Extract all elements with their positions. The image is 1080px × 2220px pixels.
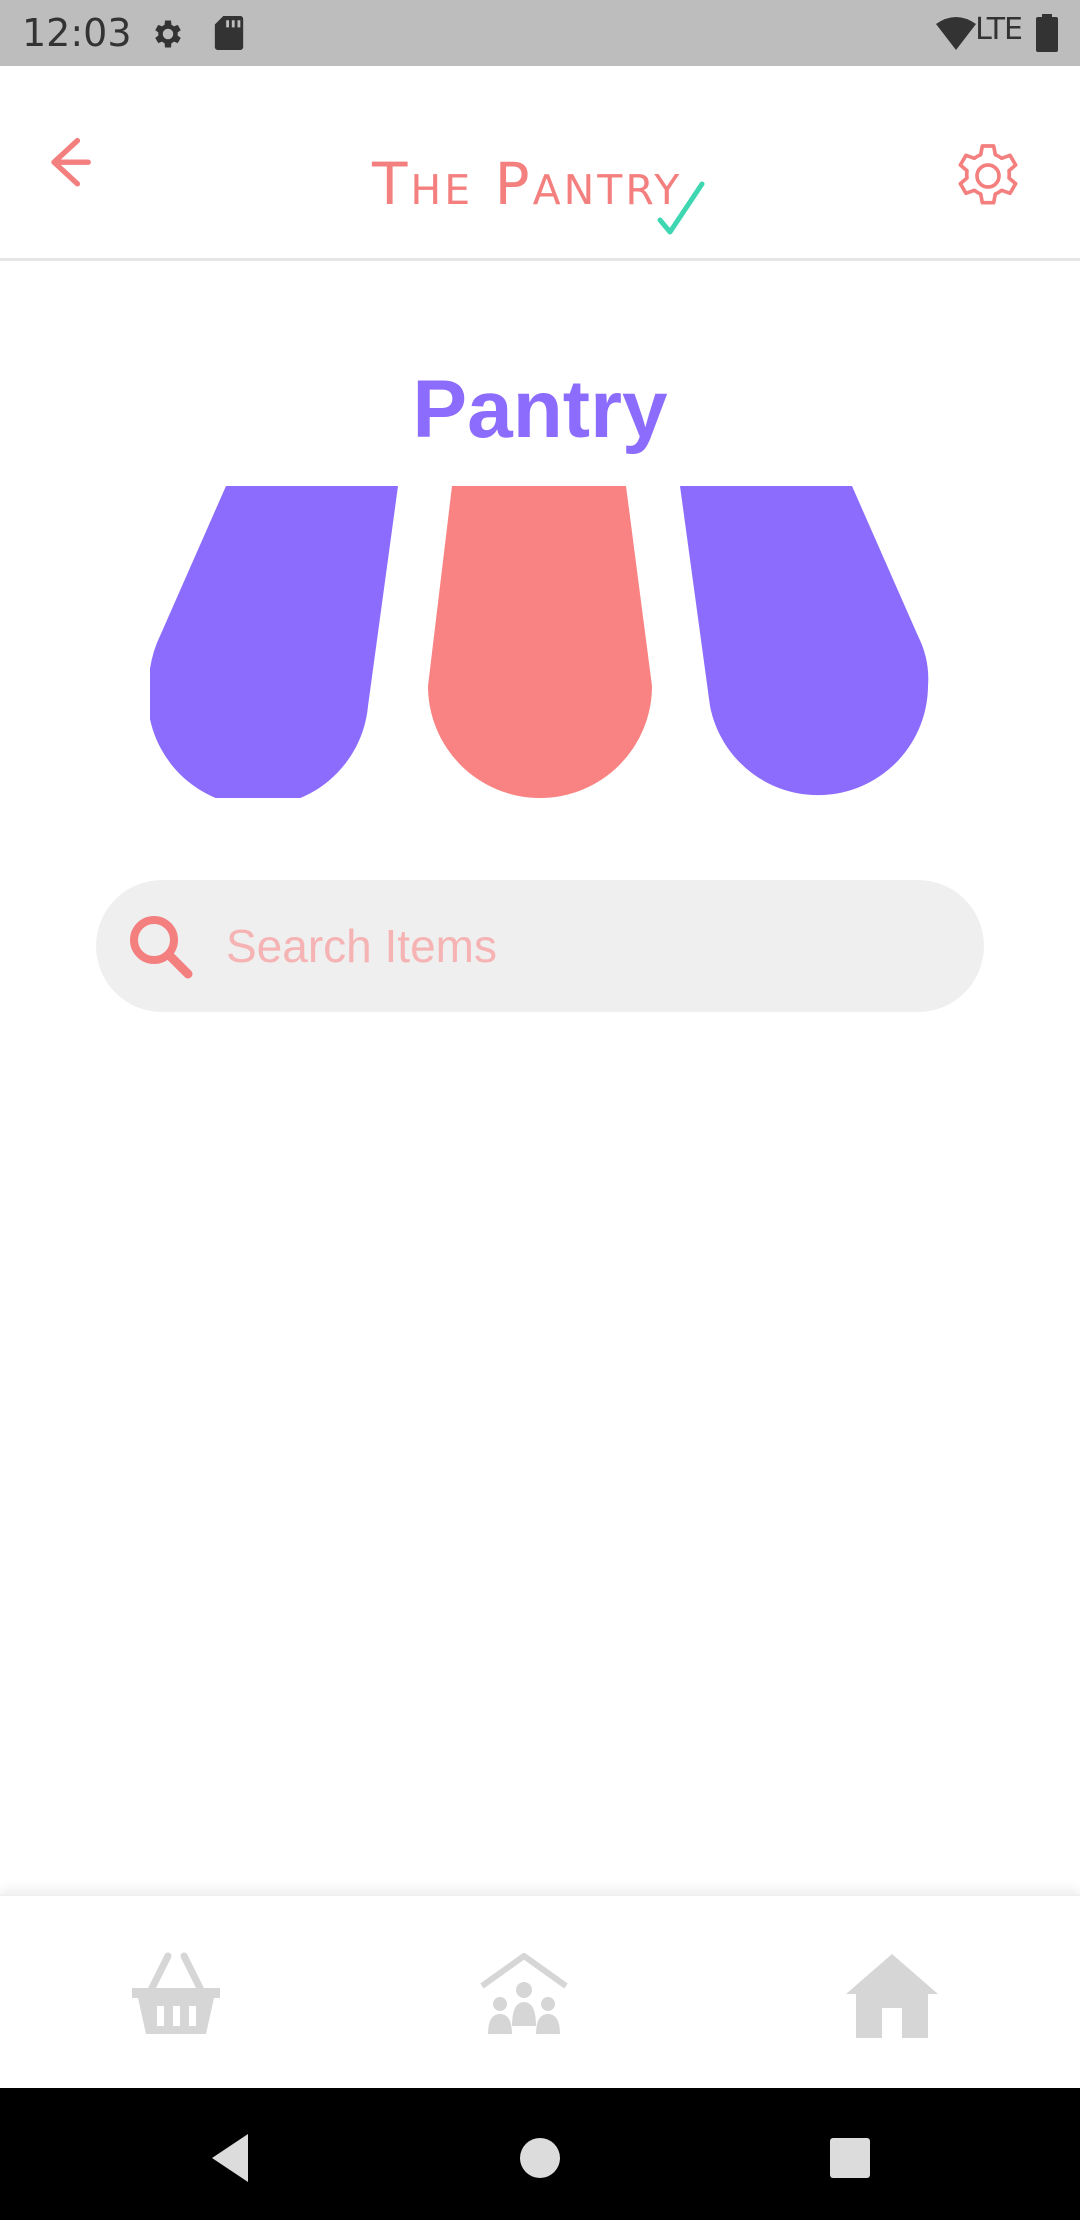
brand-name: The Pantry <box>372 150 683 218</box>
settings-gear-icon <box>150 16 186 57</box>
back-button[interactable] <box>40 132 116 208</box>
system-nav-bar <box>0 2088 1080 2220</box>
brand-logo: The Pantry <box>372 144 712 235</box>
wifi-icon <box>936 16 976 55</box>
home-icon <box>846 1954 938 2038</box>
system-back-button[interactable] <box>202 2128 262 2188</box>
sd-card-icon <box>214 16 244 55</box>
search-input[interactable] <box>226 904 946 988</box>
page-title: Pantry <box>412 364 668 455</box>
settings-button[interactable] <box>948 136 1028 216</box>
search-bar[interactable] <box>96 880 984 1012</box>
recents-square-icon <box>830 2138 870 2178</box>
pantry-awning-illustration <box>150 486 929 798</box>
nav-item-family[interactable] <box>474 1948 574 2048</box>
system-home-button[interactable] <box>510 2128 570 2188</box>
home-circle-icon <box>520 2138 560 2178</box>
app-header: The Pantry <box>0 66 1080 261</box>
nav-item-pantry[interactable] <box>126 1948 226 2048</box>
basket-icon <box>132 1952 220 2034</box>
network-type: LTE <box>975 12 1023 47</box>
gear-icon <box>958 144 1018 205</box>
arrow-left-icon <box>51 137 91 187</box>
bottom-nav <box>0 1894 1080 2090</box>
family-home-icon <box>480 1953 568 2034</box>
status-time: 12:03 <box>22 11 132 55</box>
battery-icon <box>1036 14 1058 57</box>
nav-item-home[interactable] <box>842 1948 942 2048</box>
checkmark-icon <box>657 181 705 235</box>
status-bar: 12:03 LTE <box>0 0 1080 66</box>
back-triangle-icon <box>212 2134 248 2182</box>
search-icon <box>130 916 193 979</box>
system-recents-button[interactable] <box>820 2128 880 2188</box>
